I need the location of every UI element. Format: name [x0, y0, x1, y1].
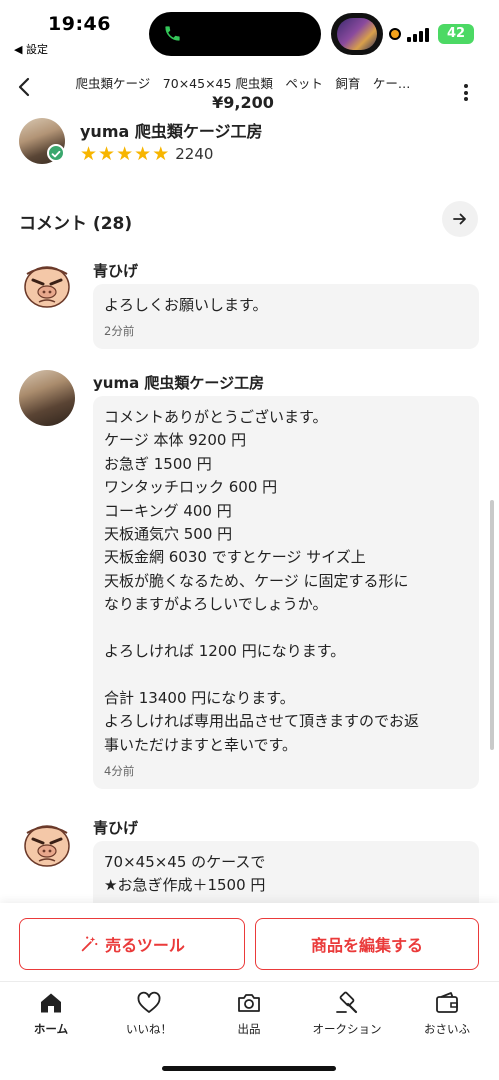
recording-indicator-icon [389, 28, 401, 40]
battery-level: 42 [446, 26, 466, 41]
wallet-icon [436, 992, 458, 1013]
verified-badge-icon [47, 144, 65, 162]
tab-likes[interactable]: いいね！ [104, 990, 194, 1040]
star-icon: ★ [152, 143, 170, 165]
comment-text: よろしくお願いします。 [104, 296, 268, 314]
comment-time: 4分前 [104, 764, 135, 779]
comment-bubble: よろしくお願いします。 2分前 [93, 284, 479, 350]
tab-auction[interactable]: オークション [302, 990, 392, 1040]
status-time: 19:46 [48, 13, 111, 35]
commenter-name[interactable]: yuma 爬虫類ケージ工房 [93, 372, 264, 393]
sell-tool-button[interactable]: 売るツール [19, 918, 245, 970]
tab-label: いいね！ [126, 1022, 172, 1036]
sell-tool-label: 売るツール [105, 936, 185, 955]
commenter-avatar[interactable] [19, 256, 75, 312]
tab-wallet[interactable]: おさいふ [402, 990, 492, 1040]
item-comments-screen: 19:46 ◀ 設定 42 爬虫類ケージ 70×45×45 爬虫類 ペット 飼育… [0, 0, 499, 1080]
gavel-icon [336, 991, 358, 1014]
cartoon-face-icon [19, 256, 75, 312]
phone-call-icon [165, 26, 180, 41]
cartoon-face-icon [19, 815, 75, 871]
item-title: 爬虫類ケージ 70×45×45 爬虫類 ペット 飼育 ケー… [75, 76, 411, 91]
comments-header: コメント (28) [0, 198, 499, 242]
dynamic-island[interactable] [149, 12, 321, 56]
edit-item-label: 商品を編集する [310, 936, 423, 955]
tab-listing[interactable]: 出品 [204, 990, 294, 1040]
comments-expand-button[interactable] [442, 201, 478, 237]
magic-wand-icon [81, 936, 98, 952]
back-chevron-icon[interactable] [10, 72, 40, 102]
bottom-tab-bar: ホーム いいね！ 出品 オークション おさいふ [0, 981, 499, 1080]
seller-row[interactable]: yuma 爬虫類ケージ工房 ★ ★ ★ ★ ★ 2240 [0, 118, 499, 178]
more-vertical-icon[interactable] [458, 84, 474, 104]
item-header: 爬虫類ケージ 70×45×45 爬虫類 ペット 飼育 ケー… ¥9,200 [0, 60, 499, 118]
comments-title: コメント (28) [19, 214, 133, 234]
heart-icon [137, 991, 161, 1013]
camera-icon [238, 994, 260, 1012]
status-bar: 19:46 ◀ 設定 42 [0, 0, 499, 60]
commenter-avatar[interactable] [19, 815, 75, 871]
scrollbar[interactable] [490, 500, 494, 750]
back-to-settings-link[interactable]: ◀ 設定 [14, 41, 48, 57]
item-price: ¥9,200 [212, 93, 274, 112]
tab-label: おさいふ [424, 1022, 470, 1036]
comment-text: 70×45×45 のケースで ★お急ぎ作成＋1500 円 [104, 853, 266, 895]
action-bar: 売るツール 商品を編集する [0, 903, 499, 981]
tab-label: オークション [312, 1022, 382, 1036]
seller-rating: ★ ★ ★ ★ ★ 2240 [80, 144, 213, 164]
star-icon: ★ [134, 143, 152, 165]
tab-label: 出品 [237, 1022, 261, 1036]
rating-count: 2240 [175, 145, 214, 163]
edit-item-button[interactable]: 商品を編集する [255, 918, 479, 970]
home-indicator[interactable] [162, 1066, 336, 1071]
commenter-name[interactable]: 青ひげ [93, 260, 138, 281]
comment-bubble: コメントありがとうございます。 ケージ 本体 9200 円 お急ぎ 1500 円… [93, 396, 479, 790]
tab-label: ホーム [33, 1022, 69, 1036]
star-icon: ★ [98, 143, 116, 165]
comment-text: コメントありがとうございます。 ケージ 本体 9200 円 お急ぎ 1500 円… [104, 408, 420, 754]
home-icon [41, 993, 61, 1013]
commenter-name[interactable]: 青ひげ [93, 817, 138, 838]
media-thumbnail[interactable] [331, 13, 383, 55]
comment-time: 2分前 [104, 324, 135, 339]
battery-icon: 42 [438, 24, 474, 44]
star-icon: ★ [80, 143, 98, 165]
signal-strength-icon [407, 26, 433, 42]
star-icon: ★ [116, 143, 134, 165]
commenter-avatar[interactable] [19, 370, 75, 426]
seller-name[interactable]: yuma 爬虫類ケージ工房 [80, 118, 263, 142]
arrow-right-icon [453, 213, 466, 225]
tab-home[interactable]: ホーム [6, 990, 96, 1040]
